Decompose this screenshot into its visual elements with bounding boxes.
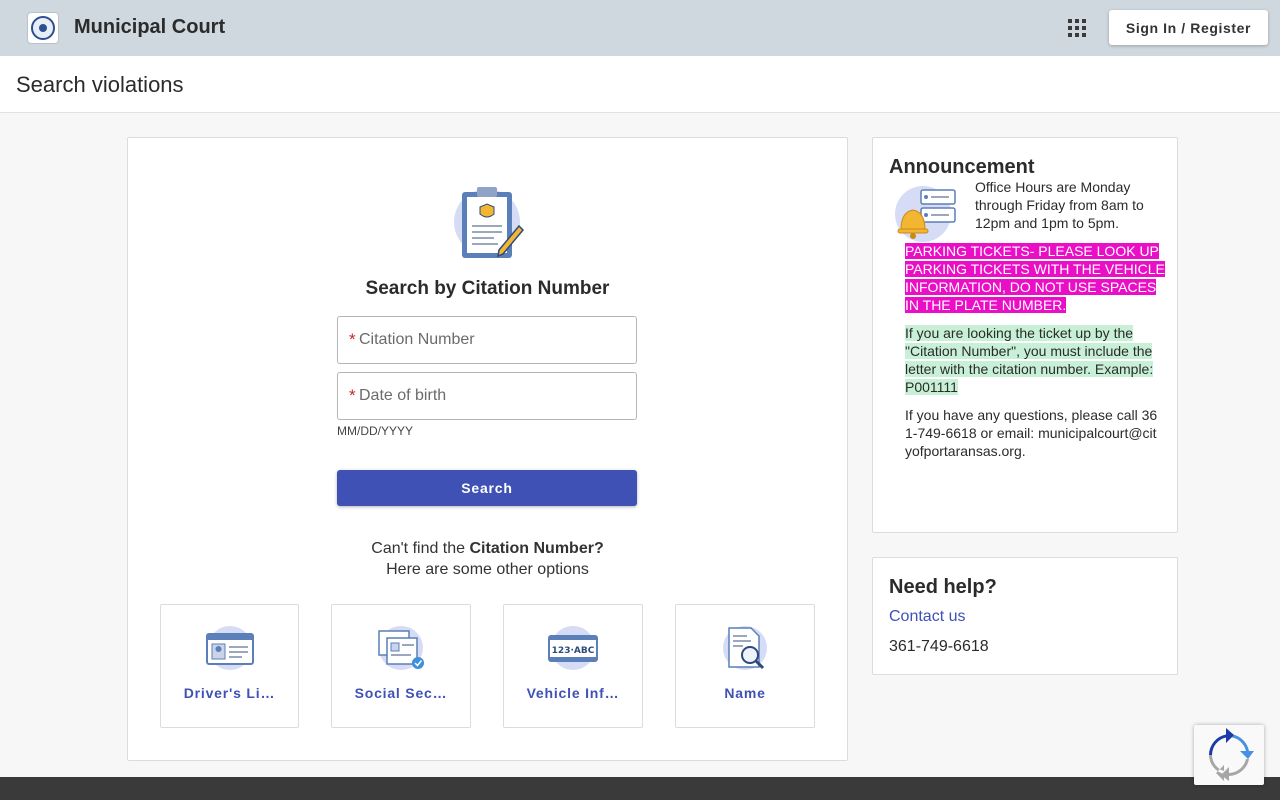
clipboard-icon (454, 187, 525, 258)
search-button[interactable]: Search (337, 470, 637, 506)
option-label: Name (724, 685, 766, 701)
announcement-card: Announcement Office Hours are Monday thr… (872, 137, 1178, 533)
vehicle-info-icon: 123·ABC (548, 626, 598, 670)
parking-tickets-notice: PARKING TICKETS- PLEASE LOOK UP PARKING … (905, 242, 1167, 314)
drivers-license-icon (205, 626, 254, 670)
announcement-title: Announcement (889, 156, 1035, 178)
help-phone-number: 361-749-6618 (889, 638, 989, 655)
seal-icon (31, 16, 55, 40)
option-label: Social Sec… (354, 685, 448, 701)
citation-number-input[interactable] (359, 319, 629, 361)
app-title: Municipal Court (74, 16, 226, 38)
other-options-line: Here are some other options (386, 561, 589, 578)
option-vehicle-info[interactable]: 123·ABC Vehicle Inf… (503, 604, 643, 728)
recaptcha-badge[interactable] (1194, 725, 1264, 785)
contact-info-text: If you have any questions, please call 3… (905, 407, 1158, 459)
date-of-birth-input[interactable] (359, 375, 629, 417)
search-heading: Search by Citation Number (365, 278, 610, 299)
svg-text:123·ABC: 123·ABC (552, 646, 595, 656)
page-header: Search violations (0, 56, 1280, 113)
need-help-title: Need help? (889, 576, 997, 598)
other-options-text: Can't find the Citation Number? Here are… (128, 538, 847, 580)
required-asterisk: * (349, 386, 356, 405)
court-logo[interactable] (27, 12, 59, 44)
social-security-icon (378, 626, 424, 670)
option-drivers-license[interactable]: Driver's Li… (160, 604, 299, 728)
search-card: Search by Citation Number * * MM/DD/YYYY… (127, 137, 848, 761)
required-asterisk: * (349, 330, 356, 349)
option-social-security[interactable]: Social Sec… (331, 604, 471, 728)
parking-notice-text: PARKING TICKETS- PLEASE LOOK UP PARKING … (905, 243, 1165, 313)
page-title: Search violations (16, 72, 184, 97)
date-of-birth-field[interactable]: * (337, 372, 637, 420)
cant-find-bold: Citation Number? (469, 540, 604, 557)
apps-grid-icon[interactable] (1066, 17, 1088, 39)
cant-find-prefix: Can't find the (371, 540, 470, 557)
citation-number-note: If you are looking the ticket up by the … (905, 324, 1167, 396)
contact-us-link[interactable]: Contact us (889, 608, 965, 626)
name-search-icon (723, 626, 767, 670)
footer (0, 777, 1280, 800)
date-format-hint: MM/DD/YYYY (337, 424, 414, 438)
office-hours-text: Office Hours are Monday through Friday f… (975, 179, 1144, 231)
citation-number-field[interactable]: * (337, 316, 637, 364)
bell-icon (895, 186, 956, 242)
option-label: Driver's Li… (183, 685, 276, 701)
option-label: Vehicle Inf… (526, 685, 620, 701)
citation-note-text: If you are looking the ticket up by the … (905, 325, 1154, 395)
top-app-bar: Municipal Court Sign In / Register (0, 0, 1280, 56)
recaptcha-icon (1209, 728, 1254, 781)
option-name[interactable]: Name (675, 604, 815, 728)
need-help-card: Need help? Contact us 361-749-6618 (872, 557, 1178, 675)
sign-in-register-button[interactable]: Sign In / Register (1109, 10, 1268, 45)
